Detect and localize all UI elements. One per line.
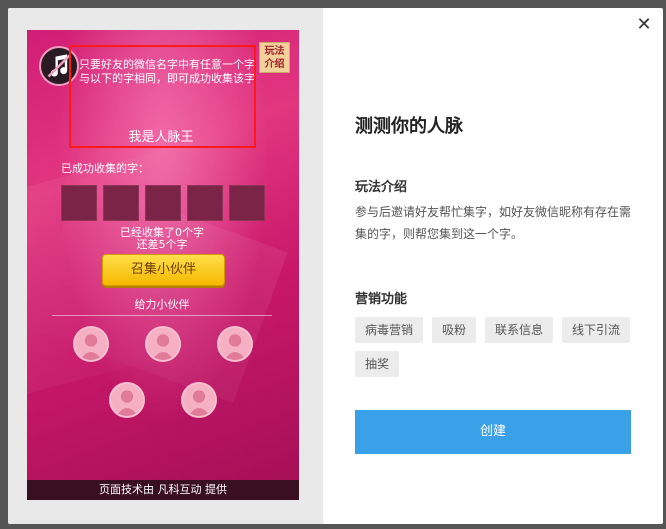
phone-preview: 玩法介绍 只要好友的微信名字中有任意一个字 与以下的字相同，即可成功收集该字 我… [27,30,299,500]
template-preview-modal: 玩法介绍 只要好友的微信名字中有任意一个字 与以下的字相同，即可成功收集该字 我… [8,8,663,524]
tag-offline-traffic: 线下引流 [562,317,631,343]
tag-attract-fans: 吸粉 [432,317,477,343]
close-icon[interactable]: ✕ [635,16,653,34]
helpers-label: 给力小伙伴 [134,298,190,311]
page-title: 测测你的人脉 [355,116,463,137]
tag-viral-marketing: 病毒营销 [355,317,424,343]
marketing-tags: 病毒营销 吸粉 联系信息 线下引流 抽奖 [355,317,635,377]
character-slot [145,185,181,221]
avatar-icon [109,382,145,418]
avatar-icon [145,326,181,362]
collected-label: 已成功收集的字： [61,162,149,175]
status-remaining: 还差5个字 [136,238,188,251]
rules-badge[interactable]: 玩法介绍 [259,42,290,73]
highlight-box [69,45,256,148]
tag-contact-info: 联系信息 [485,317,554,343]
character-slot [61,185,97,221]
collection-status: 已经收集了0个字 还差5个字 [87,227,237,251]
marketing-heading: 营销功能 [355,292,408,307]
intro-heading: 玩法介绍 [355,180,408,195]
divider [52,315,272,316]
intro-description: 参与后邀请好友帮忙集字，如好友微信昵称有存在需集的字，则帮您集到这一个字。 [355,205,632,241]
character-slot [103,185,139,221]
avatar-icon [217,326,253,362]
gather-friends-button[interactable]: 召集小伙伴 [102,254,225,286]
avatar-icon [181,382,217,418]
phone-footer: 页面技术由 凡科互动 提供 [27,480,299,500]
character-slot [229,185,265,221]
tag-lottery: 抽奖 [355,351,400,377]
character-slot [187,185,223,221]
avatar-icon [73,326,109,362]
character-slots [61,185,265,221]
preview-pane: 玩法介绍 只要好友的微信名字中有任意一个字 与以下的字相同，即可成功收集该字 我… [8,8,323,524]
create-button[interactable]: 创建 [355,410,631,454]
